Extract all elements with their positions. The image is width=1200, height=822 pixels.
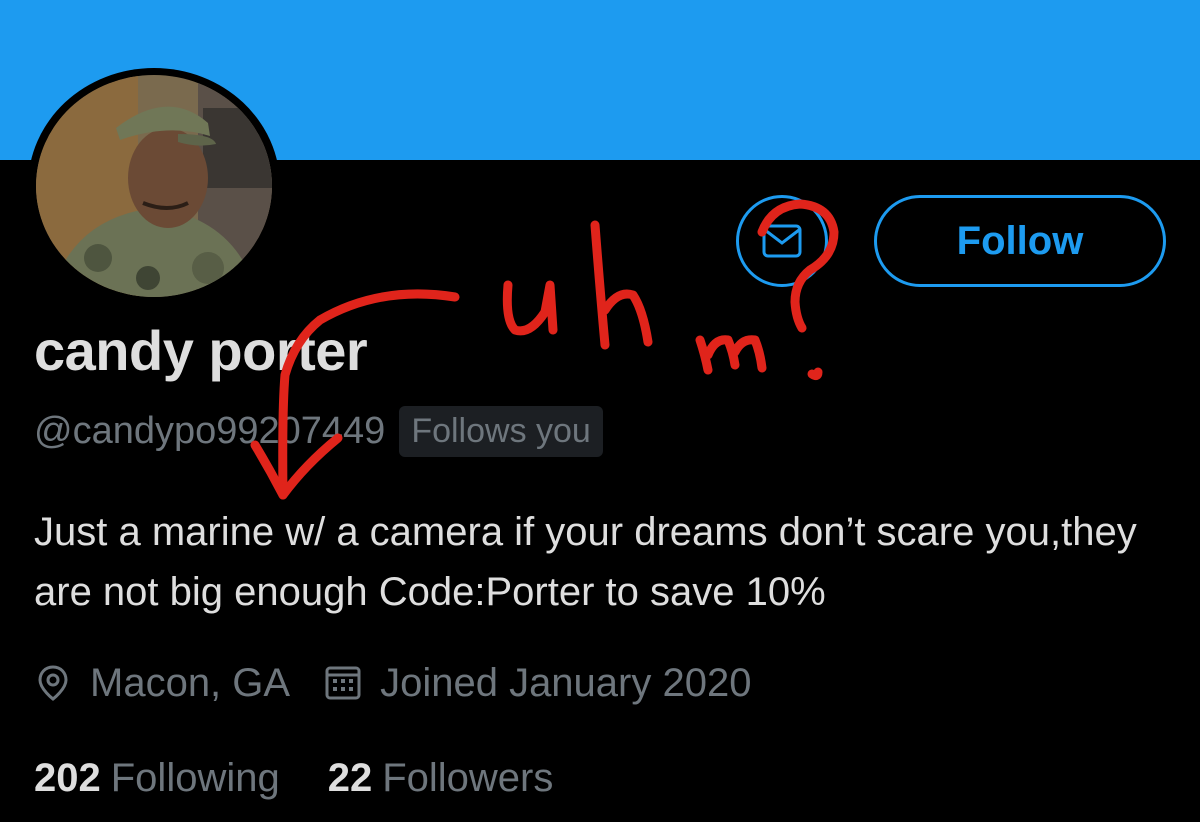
message-button[interactable] <box>736 195 828 287</box>
following-label: Following <box>110 755 280 800</box>
calendar-icon <box>325 666 361 700</box>
following-link[interactable]: 202 Following <box>34 756 280 801</box>
followers-count: 22 <box>327 755 373 800</box>
annotation-letter-u <box>502 280 558 336</box>
handle-row: @candypo99207449 Follows you <box>34 404 603 458</box>
joined-item: Joined January 2020 <box>324 661 751 706</box>
follow-button[interactable]: Follow <box>874 195 1166 287</box>
following-count: 202 <box>34 755 101 800</box>
followers-link[interactable]: 22 Followers <box>328 756 554 801</box>
profile-handle: @candypo99207449 <box>34 409 386 452</box>
location-text: Macon, GA <box>90 660 291 705</box>
location-item: Macon, GA <box>34 661 290 706</box>
follows-you-badge: Follows you <box>399 405 603 457</box>
follow-counts: 202 Following 22 Followers <box>34 750 553 806</box>
annotation-letter-h <box>590 220 653 350</box>
envelope-icon <box>762 224 802 258</box>
profile-avatar[interactable] <box>28 68 280 304</box>
annotation-question-dot <box>807 367 823 381</box>
joined-text: Joined January 2020 <box>380 660 752 705</box>
annotation-letter-m <box>695 335 767 375</box>
display-name: candy porter <box>34 319 368 382</box>
profile-bio: Just a marine w/ a camera if your dreams… <box>34 510 1137 614</box>
followers-label: Followers <box>382 755 554 800</box>
profile-meta: Macon, GA Joined January 2020 <box>34 655 751 711</box>
avatar-photo <box>30 69 278 303</box>
location-pin-icon <box>38 665 68 701</box>
